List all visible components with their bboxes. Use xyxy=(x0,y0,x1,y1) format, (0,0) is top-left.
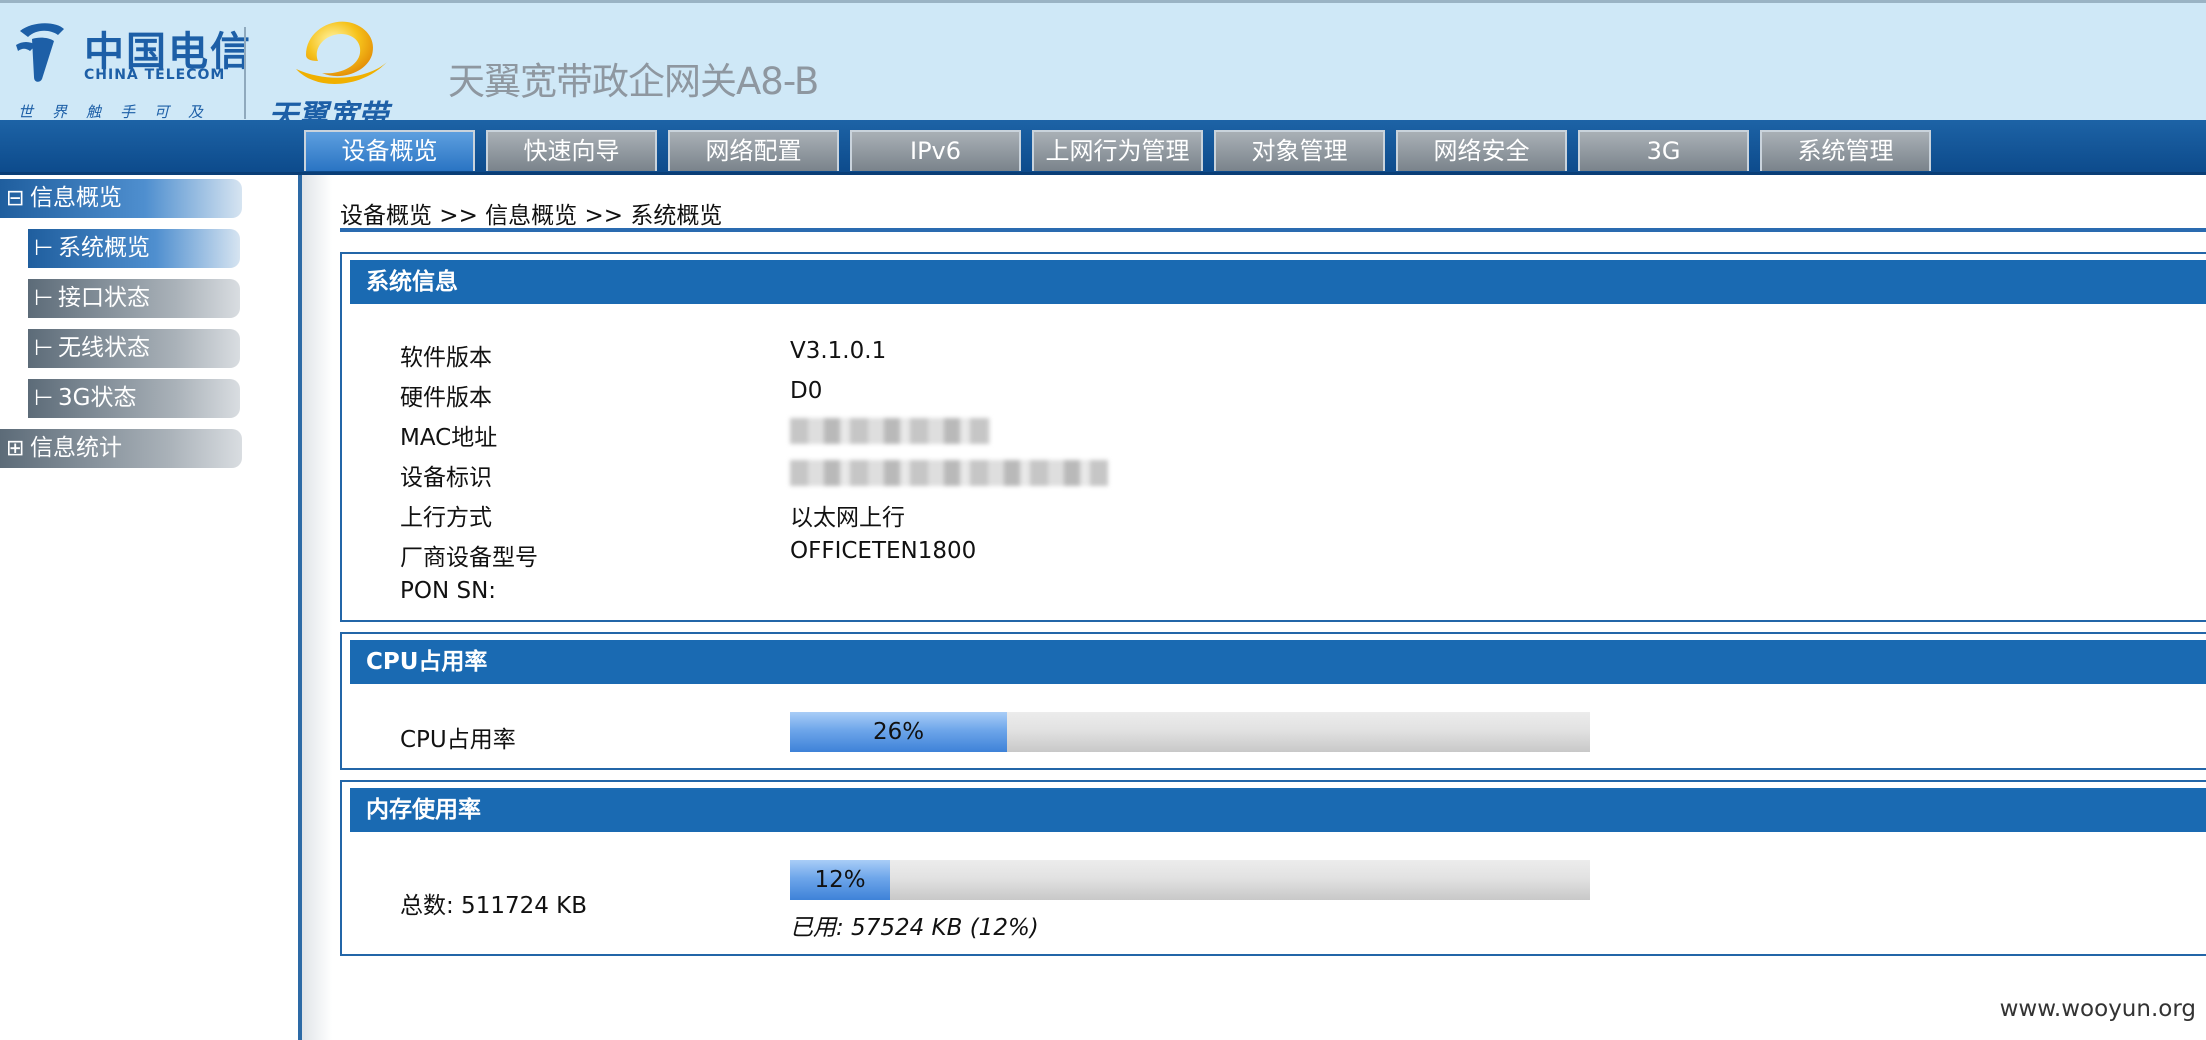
tab-quick-wizard[interactable]: 快速向导 xyxy=(486,130,657,171)
china-telecom-mark-icon xyxy=(16,23,64,82)
brand-en: CHINA TELECOM xyxy=(84,67,226,83)
tianyi-logo: 天翼宽带 xyxy=(266,11,416,134)
sidebar-item-3g-status[interactable]: ⊢ 3G状态 xyxy=(28,379,240,418)
sidebar-item-label: 接口状态 xyxy=(58,285,150,311)
tab-network-config[interactable]: 网络配置 xyxy=(668,130,839,171)
sidebar-group-label: 信息概览 xyxy=(30,185,122,211)
tree-branch-icon: ⊢ xyxy=(34,286,54,311)
sidebar-group-label: 信息统计 xyxy=(30,435,122,461)
vendor-model-value: OFFICETEN1800 xyxy=(790,538,977,564)
sidebar-item-system-overview[interactable]: ⊢ 系统概览 xyxy=(28,229,240,268)
sidebar-group-info-statistics[interactable]: ⊞ 信息统计 xyxy=(0,429,242,468)
system-info-panel: 系统信息 软件版本 V3.1.0.1 硬件版本 D0 MAC地址 设备标识 上行… xyxy=(340,252,2206,622)
tab-system-management[interactable]: 系统管理 xyxy=(1760,130,1931,171)
header: 中国电信 CHINA TELECOM 世界触手可及 天翼宽带 天翼宽带政企网关A… xyxy=(0,0,2206,134)
software-version-value: V3.1.0.1 xyxy=(790,338,887,364)
breadcrumb: 设备概览 >> 信息概览 >> 系统概览 xyxy=(340,203,723,229)
cpu-percent-text: 26% xyxy=(872,719,925,745)
info-label: PON SN: xyxy=(400,578,497,604)
sidebar-item-label: 无线状态 xyxy=(58,335,150,361)
panel-title: 内存使用率 xyxy=(350,788,2206,832)
tab-object-management[interactable]: 对象管理 xyxy=(1214,130,1385,171)
memory-percent-text: 12% xyxy=(814,867,866,893)
sidebar-item-wireless-status[interactable]: ⊢ 无线状态 xyxy=(28,329,240,368)
logo-divider xyxy=(244,27,246,119)
memory-progress-bar: 12% xyxy=(790,860,1590,900)
brand-slogan: 世界触手可及 xyxy=(18,103,223,121)
cpu-panel: CPU占用率 CPU占用率 26% xyxy=(340,632,2206,770)
cpu-label: CPU占用率 xyxy=(400,727,516,753)
tab-ipv6[interactable]: IPv6 xyxy=(850,130,1021,171)
breadcrumb-divider xyxy=(340,228,2206,232)
tree-branch-icon: ⊢ xyxy=(34,336,54,361)
info-label: 设备标识 xyxy=(400,465,492,491)
cpu-progress-bar: 26% xyxy=(790,712,1590,752)
sidebar-item-label: 3G状态 xyxy=(58,385,137,411)
sidebar-item-interface-status[interactable]: ⊢ 接口状态 xyxy=(28,279,240,318)
hardware-version-value: D0 xyxy=(790,378,823,404)
info-label: 上行方式 xyxy=(400,505,492,531)
china-telecom-logo: 中国电信 CHINA TELECOM 世界触手可及 xyxy=(14,17,250,127)
expand-icon[interactable]: ⊞ xyxy=(6,429,24,468)
sidebar-shadow xyxy=(302,175,332,1040)
tab-3g[interactable]: 3G xyxy=(1578,130,1749,171)
device-title: 天翼宽带政企网关A8-B xyxy=(448,60,819,103)
tree-branch-icon: ⊢ xyxy=(34,386,54,411)
info-label: MAC地址 xyxy=(400,425,498,451)
device-id-redacted xyxy=(790,460,1108,486)
tree-branch-icon: ⊢ xyxy=(34,236,54,261)
sidebar-group-info-overview[interactable]: ⊟ 信息概览 xyxy=(0,179,242,218)
info-label: 硬件版本 xyxy=(400,385,492,411)
info-label: 软件版本 xyxy=(400,345,492,371)
sidebar: ⊟ 信息概览 ⊢ 系统概览 ⊢ 接口状态 ⊢ 无线状态 ⊢ 3G状态 ⊞ 信息统… xyxy=(0,175,300,1040)
collapse-icon[interactable]: ⊟ xyxy=(6,179,24,218)
tab-device-overview[interactable]: 设备概览 xyxy=(304,130,475,171)
watermark: www.wooyun.org xyxy=(1999,996,2196,1022)
panel-title: 系统信息 xyxy=(350,260,2206,304)
memory-total-text: 总数: 511724 KB xyxy=(400,893,588,919)
memory-panel: 内存使用率 总数: 511724 KB 12% 已用: 57524 KB (12… xyxy=(340,780,2206,956)
panel-title: CPU占用率 xyxy=(350,640,2206,684)
tab-network-security[interactable]: 网络安全 xyxy=(1396,130,1567,171)
memory-used-text: 已用: 57524 KB (12%) xyxy=(790,915,1039,941)
mac-address-redacted xyxy=(790,418,990,444)
tab-internet-behavior[interactable]: 上网行为管理 xyxy=(1032,130,1203,171)
info-label: 厂商设备型号 xyxy=(400,545,538,571)
sidebar-item-label: 系统概览 xyxy=(58,235,150,261)
uplink-mode-value: 以太网上行 xyxy=(790,505,905,531)
tianyi-swirl-icon xyxy=(296,21,388,84)
top-nav: 设备概览 快速向导 网络配置 IPv6 上网行为管理 对象管理 网络安全 3G … xyxy=(0,120,2206,175)
